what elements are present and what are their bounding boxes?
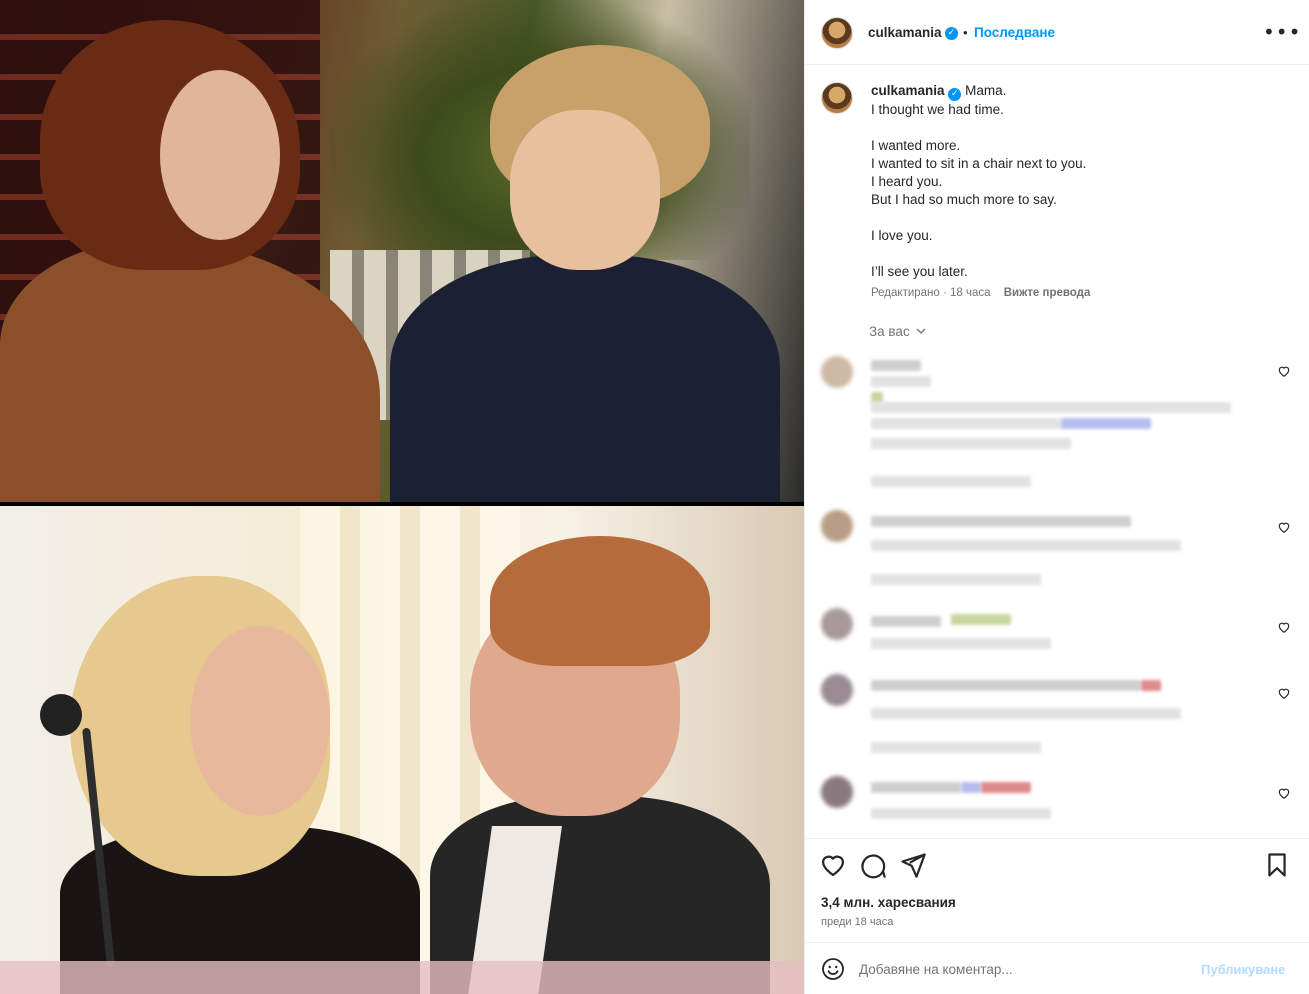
caption-text: Mama. <box>965 83 1007 98</box>
blurred-replies <box>871 574 1041 585</box>
caption-line: I wanted more. <box>871 138 961 153</box>
microphone <box>40 694 82 736</box>
blurred-username <box>871 782 961 793</box>
blurred-text <box>871 808 1051 819</box>
heart-icon[interactable] <box>819 851 847 879</box>
avatar[interactable] <box>821 510 853 542</box>
woman-face <box>160 70 280 240</box>
verified-badge-icon: ✓ <box>948 88 962 101</box>
caption-line: I wanted to sit in a chair next to you. <box>871 156 1087 171</box>
comment-like-heart-icon[interactable] <box>1277 520 1291 534</box>
avatar[interactable] <box>821 17 853 49</box>
blurred-text <box>871 418 1061 429</box>
caption-line <box>871 209 1291 227</box>
header-divider <box>805 64 1309 65</box>
man-hair <box>490 536 710 666</box>
caption-author-username[interactable]: culkamania <box>871 83 945 98</box>
post-author-username[interactable]: culkamania <box>868 25 942 40</box>
caption-line <box>871 119 1291 137</box>
comment-sort-label: За вас <box>869 324 910 339</box>
blurred-emoji <box>961 782 981 793</box>
chevron-down-icon <box>917 328 926 334</box>
bookmark-icon[interactable] <box>1263 851 1291 879</box>
comment-like-heart-icon[interactable] <box>1277 786 1291 800</box>
woman-face <box>190 626 330 816</box>
likes-count[interactable]: 3,4 млн. харесвания <box>821 895 956 910</box>
blurred-text <box>871 516 1131 527</box>
paper-plane-icon[interactable] <box>899 851 927 879</box>
photo-bottom-ceremony <box>0 506 804 994</box>
see-translation-link[interactable]: Вижте превода <box>1004 287 1091 299</box>
post-side-panel: culkamania ✓ • Последване ••• culkamania… <box>804 0 1309 994</box>
blurred-text <box>871 680 1141 691</box>
caption-line: I thought we had time. <box>871 102 1004 117</box>
verified-badge-icon: ✓ <box>945 27 958 40</box>
caption-line-1: culkamania ✓ Mama. <box>871 82 1291 101</box>
comment-box-divider <box>805 942 1309 943</box>
comment-input[interactable] <box>859 955 1189 983</box>
avatar[interactable] <box>821 82 853 114</box>
blurred-text <box>871 708 1181 719</box>
blurred-replies <box>871 476 1031 487</box>
blurred-username <box>871 360 921 371</box>
caption-line: I’ll see you later. <box>871 264 968 279</box>
photo-top-film-still <box>0 0 804 502</box>
blurred-emoji <box>951 614 1011 625</box>
blurred-mention <box>1061 418 1151 429</box>
avatar[interactable] <box>821 608 853 640</box>
caption: culkamania ✓ Mama. I thought we had time… <box>871 82 1291 281</box>
caption-line: But I had so much more to say. <box>871 192 1057 207</box>
avatar[interactable] <box>821 674 853 706</box>
blurred-text <box>871 402 1231 413</box>
caption-meta: Редактирано · 18 часа Вижте превода <box>871 287 1090 299</box>
blurred-text <box>871 540 1181 551</box>
comment-like-heart-icon[interactable] <box>1277 686 1291 700</box>
blurred-emoji <box>1141 680 1161 691</box>
caption-line: I heard you. <box>871 174 943 189</box>
blurred-text <box>871 638 1051 649</box>
avatar[interactable] <box>821 356 853 388</box>
comment-sort-dropdown[interactable]: За вас <box>869 324 927 339</box>
avatar[interactable] <box>821 776 853 808</box>
blurred-text <box>871 376 931 387</box>
post-photo[interactable] <box>0 0 804 994</box>
podium <box>0 961 804 994</box>
follow-button[interactable]: Последване <box>974 25 1055 40</box>
actions-divider <box>805 838 1309 839</box>
comment-icon[interactable] <box>859 851 887 879</box>
woman-coat <box>0 240 380 502</box>
separator-dot: • <box>963 25 968 40</box>
comment-like-heart-icon[interactable] <box>1277 620 1291 634</box>
boy-face <box>510 110 660 270</box>
edited-timestamp: Редактирано · 18 часа <box>871 287 991 299</box>
blurred-replies <box>871 742 1041 753</box>
caption-line: I love you. <box>871 228 933 243</box>
blurred-emoji <box>981 782 1031 793</box>
publish-button[interactable]: Публикуване <box>1201 962 1285 977</box>
caption-line <box>871 245 1291 263</box>
blurred-meta <box>871 438 1071 449</box>
post-timestamp[interactable]: преди 18 часа <box>821 916 893 928</box>
boy-sweater <box>390 255 780 502</box>
smiley-icon[interactable] <box>821 957 845 981</box>
blurred-username <box>871 616 941 627</box>
comment-like-heart-icon[interactable] <box>1277 364 1291 378</box>
more-options-icon[interactable]: ••• <box>1263 22 1301 42</box>
